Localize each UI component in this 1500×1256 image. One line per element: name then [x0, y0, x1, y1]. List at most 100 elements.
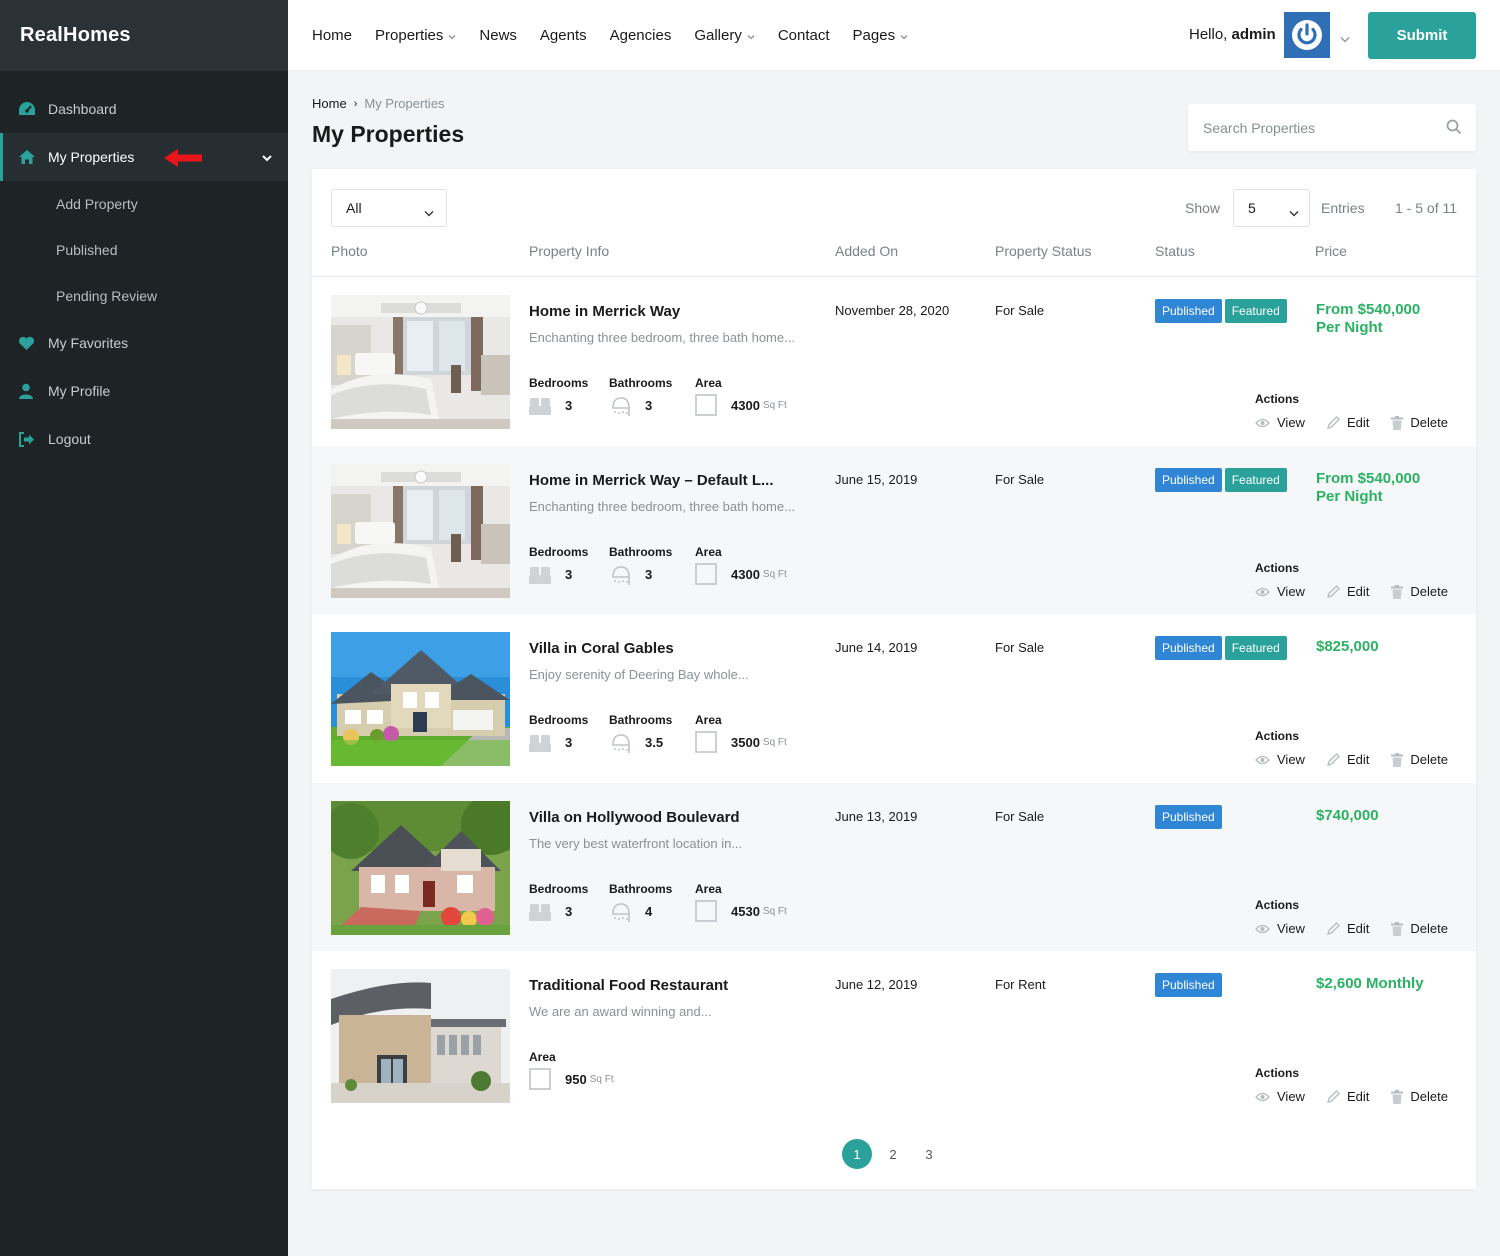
property-title[interactable]: Villa on Hollywood Boulevard — [529, 809, 740, 826]
bedrooms-meta: Bedrooms 3 — [529, 376, 588, 415]
logo-text[interactable]: RealHomes — [20, 24, 131, 47]
area-value: 950 — [565, 1071, 587, 1087]
column-header-price: Price — [1315, 243, 1347, 259]
property-title[interactable]: Traditional Food Restaurant — [529, 977, 728, 994]
search-input[interactable] — [1188, 104, 1428, 151]
eye-icon — [1255, 755, 1270, 765]
property-title[interactable]: Villa in Coral Gables — [529, 640, 674, 657]
menu-item-gallery[interactable]: Gallery — [694, 27, 755, 44]
sidebar-item-label: Dashboard — [48, 101, 117, 117]
trash-icon — [1391, 752, 1404, 767]
area-icon — [695, 900, 731, 922]
column-header-photo: Photo — [331, 243, 368, 259]
avatar[interactable] — [1284, 12, 1330, 58]
shower-icon — [609, 731, 645, 753]
edit-button[interactable]: Edit — [1327, 415, 1369, 430]
chevron-down-icon — [1289, 204, 1299, 220]
featured-badge: Featured — [1224, 636, 1287, 660]
status-filter-select[interactable]: All — [331, 189, 447, 227]
property-price: From $540,000 Per Night — [1316, 301, 1421, 336]
view-button[interactable]: View — [1255, 1089, 1305, 1104]
entries-label: Entries — [1321, 200, 1365, 216]
delete-button[interactable]: Delete — [1391, 921, 1448, 936]
edit-button[interactable]: Edit — [1327, 584, 1369, 599]
sidebar-item-my-favorites[interactable]: My Favorites — [0, 319, 288, 367]
property-photo[interactable] — [331, 969, 510, 1103]
property-photo[interactable] — [331, 801, 510, 935]
property-photo[interactable] — [331, 464, 510, 598]
sidebar-item-logout[interactable]: Logout — [0, 415, 288, 463]
bed-icon — [529, 900, 565, 922]
edit-button[interactable]: Edit — [1327, 752, 1369, 767]
status-badges: Published Featured — [1155, 636, 1290, 660]
page-title: My Properties — [312, 121, 465, 147]
table-row: Villa on Hollywood Boulevard The very be… — [312, 783, 1476, 951]
menu-item-properties[interactable]: Properties — [375, 27, 456, 44]
sidebar-item-my-profile[interactable]: My Profile — [0, 367, 288, 415]
shower-icon — [609, 563, 645, 585]
property-title[interactable]: Home in Merrick Way — [529, 303, 680, 320]
view-button[interactable]: View — [1255, 415, 1305, 430]
property-photo[interactable] — [331, 295, 510, 429]
menu-item-contact[interactable]: Contact — [778, 27, 830, 44]
search-box — [1188, 104, 1476, 151]
status-badges: Published — [1155, 973, 1225, 997]
column-header-status: Status — [1155, 243, 1195, 259]
breadcrumb-home-link[interactable]: Home — [312, 96, 347, 111]
menu-item-agencies[interactable]: Agencies — [610, 27, 672, 44]
menu-item-news[interactable]: News — [479, 27, 517, 44]
featured-badge: Featured — [1224, 468, 1287, 492]
delete-button[interactable]: Delete — [1391, 584, 1448, 599]
area-unit: Sq Ft — [762, 905, 787, 917]
menu-item-agents[interactable]: Agents — [540, 27, 587, 44]
breadcrumb: Home › My Properties — [312, 96, 445, 111]
area-meta: Area 4300 Sq Ft — [695, 376, 787, 416]
edit-button[interactable]: Edit — [1327, 921, 1369, 936]
actions-label: Actions — [1255, 392, 1300, 406]
bathrooms-meta: Bathrooms 3.5 — [609, 713, 672, 753]
bedrooms-value: 3 — [565, 734, 573, 750]
user-greeting: Hello, admin — [1189, 26, 1276, 43]
sidebar-subitem-pending-review[interactable]: Pending Review — [0, 273, 288, 319]
chevron-down-icon[interactable] — [1340, 30, 1350, 48]
sidebar-item-my-properties[interactable]: My Properties — [0, 133, 288, 181]
view-button[interactable]: View — [1255, 584, 1305, 599]
property-price: From $540,000 Per Night — [1316, 470, 1421, 505]
property-photo[interactable] — [331, 632, 510, 766]
property-description: Enchanting three bedroom, three bath hom… — [529, 330, 795, 345]
view-button[interactable]: View — [1255, 921, 1305, 936]
property-description: Enchanting three bedroom, three bath hom… — [529, 499, 795, 514]
submit-button[interactable]: Submit — [1368, 12, 1476, 59]
delete-button[interactable]: Delete — [1391, 752, 1448, 767]
bathrooms-meta: Bathrooms 4 — [609, 882, 672, 922]
published-badge: Published — [1155, 805, 1222, 829]
properties-card: All Show 5 Entries 1 - 5 of 11 Photo Pro… — [312, 169, 1476, 1189]
column-header-property-info: Property Info — [529, 243, 610, 259]
table-row: Home in Merrick Way Enchanting three bed… — [312, 277, 1476, 445]
sidebar-subitem-published[interactable]: Published — [0, 227, 288, 273]
search-icon[interactable] — [1446, 119, 1462, 140]
pencil-icon — [1327, 922, 1340, 935]
delete-button[interactable]: Delete — [1391, 415, 1448, 430]
eye-icon — [1255, 924, 1270, 934]
area-value: 4300 — [731, 566, 760, 582]
property-price: $825,000 — [1316, 638, 1379, 655]
sidebar-subitem-add-property[interactable]: Add Property — [0, 181, 288, 227]
entries-per-page-select[interactable]: 5 — [1233, 189, 1310, 227]
edit-button[interactable]: Edit — [1327, 1089, 1369, 1104]
menu-item-home[interactable]: Home — [312, 27, 352, 44]
sidebar-item-dashboard[interactable]: Dashboard — [0, 85, 288, 133]
table-row: Villa in Coral Gables Enjoy serenity of … — [312, 614, 1476, 782]
delete-button[interactable]: Delete — [1391, 1089, 1448, 1104]
menu-item-pages[interactable]: Pages — [853, 27, 909, 44]
added-on-date: June 14, 2019 — [835, 640, 918, 655]
view-button[interactable]: View — [1255, 752, 1305, 767]
bathrooms-meta: Bathrooms 3 — [609, 545, 672, 585]
pagination-page-1[interactable]: 1 — [842, 1139, 872, 1169]
chevron-down-icon[interactable] — [262, 149, 272, 165]
column-header-added-on: Added On — [835, 243, 899, 259]
pagination-page-3[interactable]: 3 — [914, 1139, 944, 1169]
property-title[interactable]: Home in Merrick Way – Default L... — [529, 472, 774, 489]
logo[interactable]: RealHomes — [0, 0, 288, 71]
pagination-page-2[interactable]: 2 — [878, 1139, 908, 1169]
